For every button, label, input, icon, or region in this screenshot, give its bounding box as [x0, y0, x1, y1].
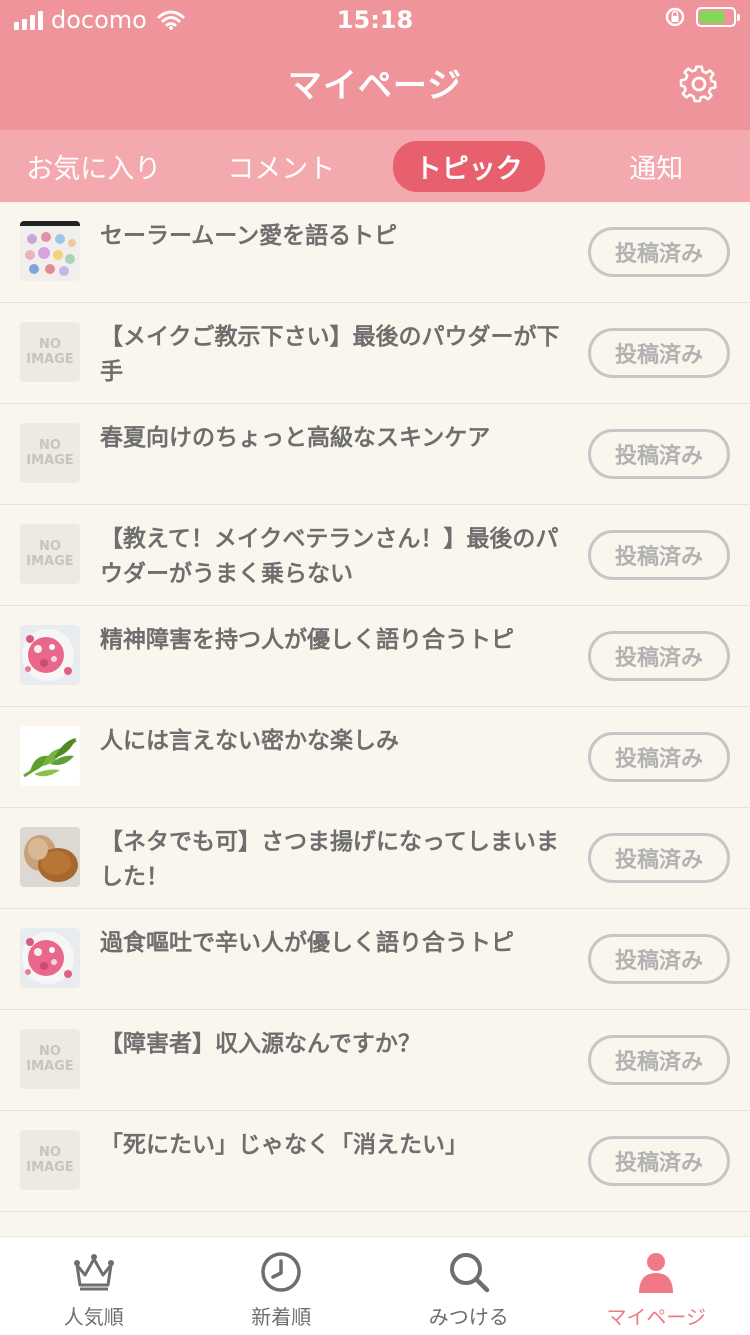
topic-title[interactable]: 春夏向けのちょっと高級なスキンケア [100, 421, 560, 456]
nav-label: 人気順 [64, 1301, 124, 1330]
status-time: 15:18 [0, 6, 750, 34]
no-image-placeholder: NOIMAGE [20, 322, 80, 382]
posted-button[interactable]: 投稿済み [588, 1035, 730, 1085]
page-title: マイページ [0, 58, 750, 107]
list-item[interactable]: 過食嘔吐で辛い人が優しく語り合うトピ 投稿済み [0, 909, 750, 1010]
no-image-placeholder: NOIMAGE [20, 1130, 80, 1190]
topic-list: セーラームーン愛を語るトピ 投稿済み NOIMAGE 【メイクご教示下さい】最後… [0, 202, 750, 1212]
tab-notifications[interactable]: 通知 [563, 130, 750, 202]
topic-title[interactable]: 【メイクご教示下さい】最後のパウダーが下手 [100, 320, 560, 390]
topic-thumbnail [20, 726, 80, 786]
posted-button[interactable]: 投稿済み [588, 1136, 730, 1186]
topic-thumbnail [20, 221, 80, 281]
topic-title[interactable]: 【ネタでも可】さつま揚げになってしまいました！ [100, 825, 560, 895]
topic-title[interactable]: 【障害者】収入源なんですか？ [100, 1027, 560, 1062]
posted-button[interactable]: 投稿済み [588, 530, 730, 580]
tab-comments[interactable]: コメント [188, 130, 376, 202]
topic-thumbnail [20, 928, 80, 988]
list-item[interactable]: 人には言えない密かな楽しみ 投稿済み [0, 707, 750, 808]
no-image-placeholder: NOIMAGE [20, 423, 80, 483]
battery-icon [696, 7, 736, 27]
posted-button[interactable]: 投稿済み [588, 934, 730, 984]
topic-thumbnail [20, 625, 80, 685]
list-item[interactable]: NOIMAGE 「死にたい」じゃなく「消えたい」 投稿済み [0, 1111, 750, 1212]
posted-button[interactable]: 投稿済み [588, 732, 730, 782]
topic-title[interactable]: 精神障害を持つ人が優しく語り合うトピ [100, 623, 560, 658]
search-icon [446, 1249, 492, 1295]
list-item[interactable]: セーラームーン愛を語るトピ 投稿済み [0, 202, 750, 303]
topic-title[interactable]: 【教えて！メイクベテランさん！】最後のパウダーがうまく乗らない [100, 522, 560, 592]
topic-title[interactable]: 過食嘔吐で辛い人が優しく語り合うトピ [100, 926, 560, 961]
nav-discover[interactable]: みつける [375, 1237, 563, 1335]
list-item[interactable]: 精神障害を持つ人が優しく語り合うトピ 投稿済み [0, 606, 750, 707]
topic-title[interactable]: セーラームーン愛を語るトピ [100, 219, 560, 254]
topic-title[interactable]: 「死にたい」じゃなく「消えたい」 [100, 1128, 560, 1163]
posted-button[interactable]: 投稿済み [588, 328, 730, 378]
tab-topics[interactable]: トピック [375, 130, 563, 202]
nav-label: みつける [429, 1301, 509, 1330]
list-item[interactable]: NOIMAGE 【メイクご教示下さい】最後のパウダーが下手 投稿済み [0, 303, 750, 404]
no-image-placeholder: NOIMAGE [20, 524, 80, 584]
nav-label: マイページ [606, 1301, 706, 1330]
no-image-placeholder: NOIMAGE [20, 1029, 80, 1089]
list-item[interactable]: 【ネタでも可】さつま揚げになってしまいました！ 投稿済み [0, 808, 750, 909]
clock-icon [258, 1249, 304, 1295]
posted-button[interactable]: 投稿済み [588, 631, 730, 681]
nav-newest[interactable]: 新着順 [188, 1237, 376, 1335]
gear-icon[interactable] [678, 62, 720, 104]
bottom-nav: 人気順 新着順 みつける マイページ [0, 1236, 750, 1335]
status-bar: docomo 15:18 [0, 0, 750, 40]
tab-favorites[interactable]: お気に入り [0, 130, 188, 202]
posted-button[interactable]: 投稿済み [588, 429, 730, 479]
nav-ranking[interactable]: 人気順 [0, 1237, 188, 1335]
nav-label: 新着順 [251, 1301, 311, 1330]
rotation-lock-icon [664, 6, 686, 28]
header: docomo 15:18 マイページ [0, 0, 750, 130]
list-item[interactable]: NOIMAGE 春夏向けのちょっと高級なスキンケア 投稿済み [0, 404, 750, 505]
tab-bar: お気に入り コメント トピック 通知 [0, 130, 750, 202]
topic-title[interactable]: 人には言えない密かな楽しみ [100, 724, 560, 759]
crown-icon [71, 1249, 117, 1295]
posted-button[interactable]: 投稿済み [588, 833, 730, 883]
nav-mypage[interactable]: マイページ [563, 1237, 750, 1335]
list-item[interactable]: NOIMAGE 【教えて！メイクベテランさん！】最後のパウダーがうまく乗らない … [0, 505, 750, 606]
posted-button[interactable]: 投稿済み [588, 227, 730, 277]
person-icon [633, 1249, 679, 1295]
topic-thumbnail [20, 827, 80, 887]
list-item[interactable]: NOIMAGE 【障害者】収入源なんですか？ 投稿済み [0, 1010, 750, 1111]
